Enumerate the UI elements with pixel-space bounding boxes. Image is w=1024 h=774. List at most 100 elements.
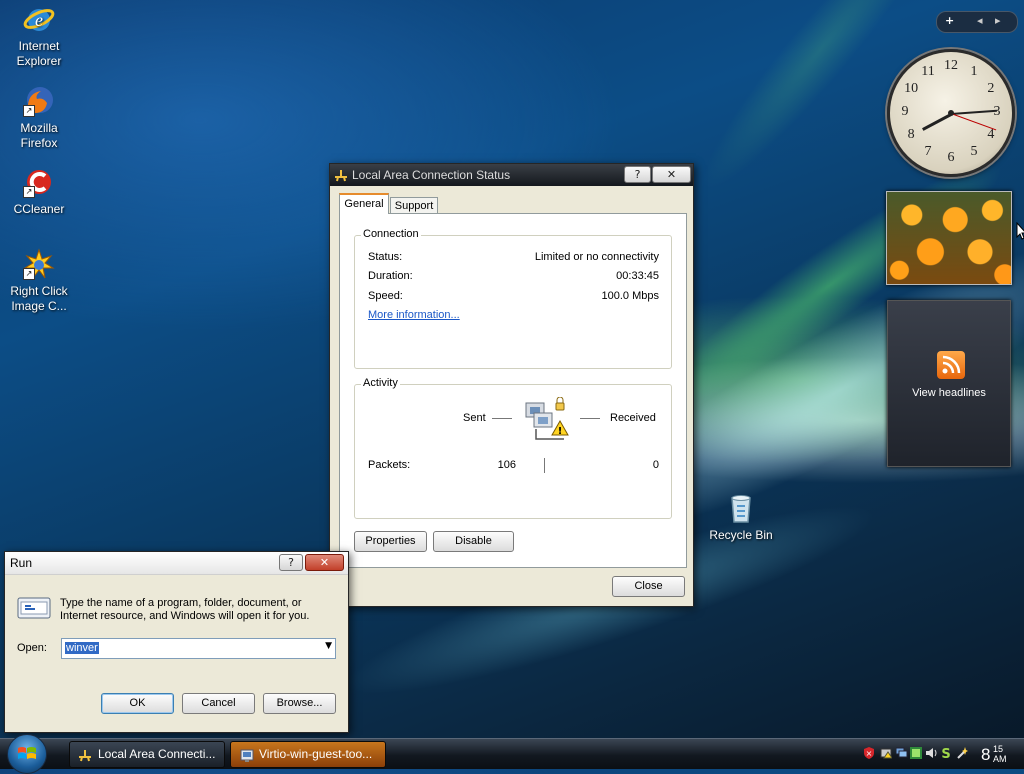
local-area-connection-status-window: Local Area Connection Status ? ✕ General…: [329, 163, 694, 607]
firefox-icon: ↗: [23, 85, 55, 117]
clock-hour: 8: [981, 745, 991, 764]
ccleaner-icon: ↗: [23, 166, 55, 198]
open-input-value[interactable]: winver: [65, 642, 99, 654]
taskbar-item-virtio-win-guest-tools[interactable]: Virtio-win-guest-too...: [230, 741, 386, 768]
received-line: [580, 418, 600, 419]
taskbar: Local Area Connecti... Virtio-win-guest-…: [0, 734, 1024, 774]
run-description-line2: Internet resource, and Windows will open…: [60, 610, 310, 622]
clock-center-pin: [948, 110, 954, 116]
window-title: Local Area Connection Status: [352, 168, 511, 182]
title-bar[interactable]: Run ? ✕: [5, 552, 348, 575]
svg-text:×: ×: [866, 749, 873, 758]
rss-feed-icon: [937, 351, 965, 379]
clock-minutes: 15: [993, 744, 1004, 754]
packets-received-value: 0: [652, 459, 659, 471]
desktop-icon-ccleaner[interactable]: ↗ CCleaner: [0, 166, 78, 217]
ok-button[interactable]: OK: [101, 693, 174, 714]
feed-headlines-gadget[interactable]: View headlines: [887, 300, 1011, 467]
close-button[interactable]: ✕: [305, 554, 344, 571]
shortcut-arrow-icon: ↗: [23, 268, 35, 280]
connection-group: Connection Status: Limited or no connect…: [354, 228, 672, 369]
display-settings-icon[interactable]: [910, 747, 922, 759]
desktop-icon-recycle-bin[interactable]: Recycle Bin: [702, 492, 780, 543]
desktop-icon-label: Firefox: [20, 136, 58, 150]
desktop-icon-label: Recycle Bin: [709, 528, 773, 542]
svg-text:S: S: [941, 747, 950, 759]
open-combobox[interactable]: winver ▼: [61, 638, 336, 659]
clock-numeral: 4: [987, 127, 995, 142]
sent-label: Sent: [463, 412, 486, 424]
status-label: Status:: [368, 251, 403, 263]
installer-icon: [240, 749, 254, 762]
help-button[interactable]: ?: [624, 166, 651, 183]
dropdown-arrow-icon[interactable]: ▼: [325, 641, 332, 651]
properties-button[interactable]: Properties: [354, 531, 427, 552]
network-warning-icon[interactable]: [896, 747, 908, 759]
desktop-icon-label: Mozilla: [20, 121, 58, 135]
svg-text:e: e: [35, 10, 43, 30]
disable-button[interactable]: Disable: [433, 531, 514, 552]
duration-value: 00:33:45: [616, 270, 659, 282]
speed-value: 100.0 Mbps: [601, 290, 659, 302]
shortcut-arrow-icon: ↗: [23, 105, 35, 117]
clock-numeral: 7: [924, 143, 932, 159]
browse-button[interactable]: Browse...: [263, 693, 336, 714]
sidebar-controls: + ◂ ▸: [936, 11, 1018, 33]
sync-app-icon[interactable]: S: [940, 747, 952, 759]
clock-numeral: 8: [907, 127, 915, 142]
packets-sent-value: 106: [497, 459, 516, 471]
run-dialog-window: Run ? ✕ Type the name of a program, fold…: [4, 551, 349, 733]
desktop-icon-label: Right Click: [10, 284, 68, 298]
view-headlines-link[interactable]: View headlines: [888, 387, 1010, 399]
internet-explorer-icon: e: [23, 3, 55, 35]
activity-group: Activity Sent ! Received Packets: 106 0: [354, 377, 672, 519]
network-connection-icon: [79, 750, 91, 762]
tab-panel-general: Connection Status: Limited or no connect…: [339, 213, 687, 568]
desktop-icon-label: Internet: [18, 39, 60, 53]
safely-remove-hardware-icon[interactable]: [880, 747, 892, 759]
taskbar-item-local-area-connection[interactable]: Local Area Connecti...: [69, 741, 225, 768]
desktop-icon-label: CCleaner: [13, 202, 65, 216]
cancel-button[interactable]: Cancel: [182, 693, 255, 714]
activity-group-label: Activity: [361, 377, 400, 389]
volume-icon[interactable]: [925, 747, 937, 759]
more-information-link[interactable]: More information...: [368, 309, 460, 321]
close-dialog-button[interactable]: Close: [612, 576, 685, 597]
desktop-icon-internet-explorer[interactable]: e Internet Explorer: [0, 3, 78, 69]
right-click-image-converter-icon: ↗: [23, 248, 55, 280]
connection-group-label: Connection: [361, 228, 421, 240]
title-bar[interactable]: Local Area Connection Status ? ✕: [330, 164, 693, 186]
clock-numeral: 2: [987, 81, 995, 96]
close-button[interactable]: ✕: [652, 166, 691, 183]
duration-label: Duration:: [368, 270, 413, 282]
clock-numeral: 12: [944, 58, 958, 73]
clock-hour-hand: [922, 113, 952, 131]
packets-label: Packets:: [368, 459, 411, 471]
sidebar-prev-button[interactable]: ◂: [977, 14, 983, 27]
add-gadget-button[interactable]: +: [945, 14, 954, 27]
tab-support[interactable]: Support: [390, 197, 438, 214]
taskbar-item-label: Local Area Connecti...: [98, 747, 216, 761]
tab-general[interactable]: General: [339, 193, 389, 214]
sidebar-next-button[interactable]: ▸: [995, 14, 1001, 27]
clock-numeral: 6: [947, 150, 955, 165]
open-label: Open:: [17, 642, 47, 654]
clock-gadget[interactable]: 121234567891011: [887, 49, 1015, 177]
clock-ampm: AM: [993, 754, 1007, 764]
shortcut-arrow-icon: ↗: [23, 186, 35, 198]
desktop-icon-right-click-image-converter[interactable]: ↗ Right Click Image C...: [0, 248, 78, 314]
slideshow-gadget[interactable]: [886, 191, 1012, 285]
start-button[interactable]: [7, 734, 47, 774]
clock-numeral: 1: [970, 64, 978, 80]
clock-numeral: 5: [970, 143, 978, 159]
status-value: Limited or no connectivity: [534, 251, 659, 263]
clock-numeral: 9: [901, 104, 909, 119]
desktop-icon-label: Image C...: [11, 299, 67, 313]
received-label: Received: [610, 412, 656, 424]
help-button[interactable]: ?: [279, 554, 303, 571]
run-description-line1: Type the name of a program, folder, docu…: [60, 597, 302, 609]
desktop-icon-mozilla-firefox[interactable]: ↗ Mozilla Firefox: [0, 85, 78, 151]
clock-numeral: 11: [921, 64, 935, 80]
magic-wand-icon[interactable]: [956, 747, 968, 759]
security-shield-icon[interactable]: ×: [863, 747, 875, 759]
